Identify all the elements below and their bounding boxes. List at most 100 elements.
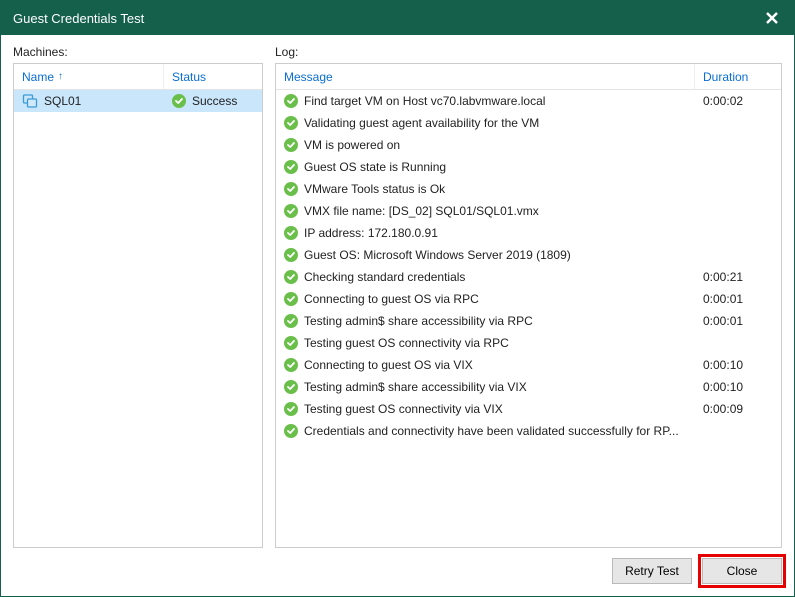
log-message-cell: Connecting to guest OS via VIX: [276, 358, 695, 372]
machine-status: Success: [192, 94, 237, 108]
machine-name-cell: SQL01: [14, 93, 164, 109]
close-icon[interactable]: [760, 6, 784, 30]
log-message: VMX file name: [DS_02] SQL01/SQL01.vmx: [304, 204, 539, 218]
log-message: Checking standard credentials: [304, 270, 465, 284]
log-message-cell: Testing guest OS connectivity via RPC: [276, 336, 695, 350]
log-message: Testing guest OS connectivity via RPC: [304, 336, 509, 350]
log-message: VMware Tools status is Ok: [304, 182, 445, 196]
log-duration-cell: 0:00:01: [695, 292, 781, 306]
table-row[interactable]: Credentials and connectivity have been v…: [276, 420, 781, 442]
log-message: Guest OS state is Running: [304, 160, 446, 174]
header-duration-text: Duration: [703, 70, 748, 84]
log-message: Connecting to guest OS via VIX: [304, 358, 473, 372]
log-header: Message Duration: [276, 64, 781, 90]
machines-header-name[interactable]: Name ↑: [14, 64, 164, 89]
header-name-text: Name: [22, 70, 54, 84]
table-row[interactable]: VMware Tools status is Ok: [276, 178, 781, 200]
log-message: Credentials and connectivity have been v…: [304, 424, 679, 438]
log-duration-cell: 0:00:10: [695, 358, 781, 372]
success-icon: [284, 314, 298, 328]
success-icon: [284, 248, 298, 262]
log-message-cell: VMX file name: [DS_02] SQL01/SQL01.vmx: [276, 204, 695, 218]
success-icon: [284, 424, 298, 438]
success-icon: [284, 380, 298, 394]
machines-label: Machines:: [13, 45, 263, 59]
log-message-cell: Testing admin$ share accessibility via R…: [276, 314, 695, 328]
table-row[interactable]: Testing admin$ share accessibility via V…: [276, 376, 781, 398]
log-duration-cell: 0:00:10: [695, 380, 781, 394]
table-row[interactable]: Connecting to guest OS via VIX 0:00:10: [276, 354, 781, 376]
log-message: Testing guest OS connectivity via VIX: [304, 402, 503, 416]
machines-rows[interactable]: SQL01 Success: [14, 90, 262, 547]
table-row[interactable]: Connecting to guest OS via RPC 0:00:01: [276, 288, 781, 310]
success-icon: [284, 270, 298, 284]
vm-icon: [22, 93, 38, 109]
log-message: VM is powered on: [304, 138, 400, 152]
success-icon: [284, 292, 298, 306]
success-icon: [284, 182, 298, 196]
log-header-message[interactable]: Message: [276, 64, 695, 89]
log-duration-cell: 0:00:09: [695, 402, 781, 416]
log-message-cell: Credentials and connectivity have been v…: [276, 424, 695, 438]
log-message-cell: IP address: 172.180.0.91: [276, 226, 695, 240]
sort-ascending-icon: ↑: [58, 71, 63, 82]
machine-status-cell: Success: [164, 94, 262, 108]
log-message: Find target VM on Host vc70.labvmware.lo…: [304, 94, 545, 108]
table-row[interactable]: Checking standard credentials 0:00:21: [276, 266, 781, 288]
retry-test-button[interactable]: Retry Test: [612, 558, 692, 584]
log-message-cell: Guest OS: Microsoft Windows Server 2019 …: [276, 248, 695, 262]
log-message-cell: Connecting to guest OS via RPC: [276, 292, 695, 306]
log-list: Message Duration Find target VM on Host …: [275, 63, 782, 548]
window-title: Guest Credentials Test: [13, 11, 144, 26]
machines-list: Name ↑ Status: [13, 63, 263, 548]
log-panel: Log: Message Duration Find target VM on …: [275, 43, 782, 548]
success-icon: [284, 204, 298, 218]
log-message: Testing admin$ share accessibility via R…: [304, 314, 533, 328]
table-row[interactable]: SQL01 Success: [14, 90, 262, 112]
log-message-cell: VM is powered on: [276, 138, 695, 152]
close-button[interactable]: Close: [702, 558, 782, 584]
titlebar: Guest Credentials Test: [1, 1, 794, 35]
machines-header: Name ↑ Status: [14, 64, 262, 90]
dialog-window: Guest Credentials Test Machines: Name ↑ …: [0, 0, 795, 597]
log-message-cell: Testing guest OS connectivity via VIX: [276, 402, 695, 416]
log-duration-cell: 0:00:01: [695, 314, 781, 328]
log-label: Log:: [275, 45, 782, 59]
machine-name: SQL01: [44, 94, 81, 108]
log-message-cell: Guest OS state is Running: [276, 160, 695, 174]
dialog-body: Machines: Name ↑ Status: [1, 35, 794, 596]
button-row: Retry Test Close: [13, 548, 782, 584]
table-row[interactable]: VMX file name: [DS_02] SQL01/SQL01.vmx: [276, 200, 781, 222]
success-icon: [284, 336, 298, 350]
log-duration-cell: 0:00:21: [695, 270, 781, 284]
log-message-cell: Validating guest agent availability for …: [276, 116, 695, 130]
log-message-cell: Testing admin$ share accessibility via V…: [276, 380, 695, 394]
log-message: IP address: 172.180.0.91: [304, 226, 438, 240]
table-row[interactable]: Validating guest agent availability for …: [276, 112, 781, 134]
success-icon: [284, 226, 298, 240]
table-row[interactable]: Testing guest OS connectivity via RPC: [276, 332, 781, 354]
log-message: Validating guest agent availability for …: [304, 116, 539, 130]
success-icon: [284, 94, 298, 108]
success-icon: [284, 402, 298, 416]
log-message: Connecting to guest OS via RPC: [304, 292, 479, 306]
success-icon: [284, 160, 298, 174]
table-row[interactable]: Testing admin$ share accessibility via R…: [276, 310, 781, 332]
table-row[interactable]: Guest OS: Microsoft Windows Server 2019 …: [276, 244, 781, 266]
success-icon: [284, 138, 298, 152]
log-header-duration[interactable]: Duration: [695, 64, 781, 89]
panels: Machines: Name ↑ Status: [13, 43, 782, 548]
log-message: Testing admin$ share accessibility via V…: [304, 380, 527, 394]
success-icon: [284, 116, 298, 130]
log-duration-cell: 0:00:02: [695, 94, 781, 108]
log-message-cell: VMware Tools status is Ok: [276, 182, 695, 196]
header-status-text: Status: [172, 70, 206, 84]
table-row[interactable]: Guest OS state is Running: [276, 156, 781, 178]
table-row[interactable]: VM is powered on: [276, 134, 781, 156]
table-row[interactable]: Testing guest OS connectivity via VIX 0:0…: [276, 398, 781, 420]
header-message-text: Message: [284, 70, 333, 84]
table-row[interactable]: IP address: 172.180.0.91: [276, 222, 781, 244]
table-row[interactable]: Find target VM on Host vc70.labvmware.lo…: [276, 90, 781, 112]
machines-header-status[interactable]: Status: [164, 64, 262, 89]
log-rows[interactable]: Find target VM on Host vc70.labvmware.lo…: [276, 90, 781, 547]
